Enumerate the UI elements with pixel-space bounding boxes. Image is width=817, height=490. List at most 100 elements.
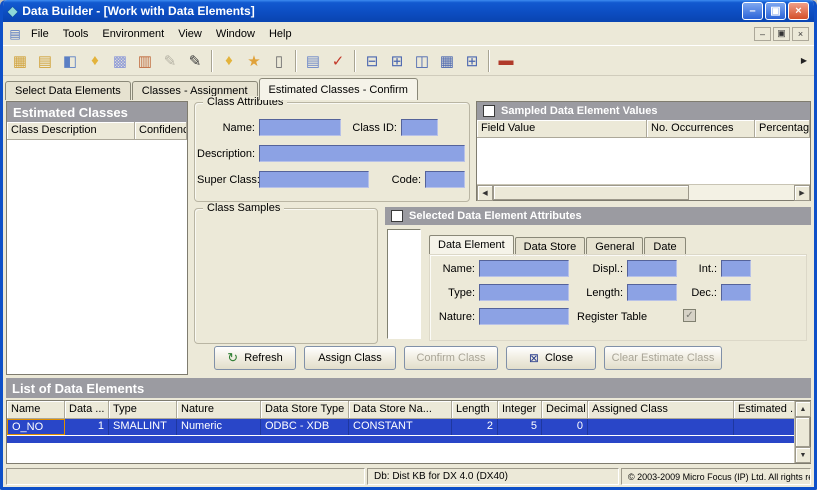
scroll-down-icon[interactable]: ▼ xyxy=(795,447,811,463)
column-data-store-type[interactable]: Data Store Type xyxy=(261,401,349,419)
tab-estimated-classes-confirm[interactable]: Estimated Classes - Confirm xyxy=(259,78,418,100)
cell-type[interactable]: SMALLINT xyxy=(109,419,177,435)
document-icon[interactable]: ▯ xyxy=(267,49,291,73)
data-elements-vscrollbar[interactable]: ▲ ▼ xyxy=(794,401,810,463)
super-class-field[interactable] xyxy=(259,171,369,188)
sampled-values-list[interactable] xyxy=(477,138,810,184)
hscroll-track[interactable] xyxy=(493,185,794,200)
maximize-button[interactable]: ▣ xyxy=(765,2,786,20)
hscroll-thumb[interactable] xyxy=(493,185,689,200)
column-assigned-class[interactable]: Assigned Class xyxy=(588,401,734,419)
int-field[interactable] xyxy=(721,260,751,277)
folder-icon[interactable]: ▤ xyxy=(33,49,57,73)
close-button[interactable]: × xyxy=(788,2,809,20)
menu-tools[interactable]: Tools xyxy=(56,24,96,44)
column-no-occurrences[interactable]: No. Occurrences xyxy=(647,120,755,138)
column-data-store-name[interactable]: Data Store Na... xyxy=(349,401,452,419)
sampled-values-panel: Sampled Data Element Values Field Value … xyxy=(476,101,811,201)
arrange-windows-icon[interactable]: ▦ xyxy=(435,49,459,73)
class-samples-label: Class Samples xyxy=(203,202,284,214)
cell-length[interactable]: 2 xyxy=(452,419,498,435)
confirm-class-button[interactable]: Confirm Class xyxy=(404,346,498,370)
close-panel-button[interactable]: ⊠ Close xyxy=(506,346,596,370)
cell-decimal[interactable]: 0 xyxy=(542,419,588,435)
class-id-field[interactable] xyxy=(401,119,438,136)
cascade-windows-icon[interactable]: ◫ xyxy=(410,49,434,73)
edit-icon[interactable]: ✎ xyxy=(183,49,207,73)
column-decimal[interactable]: Decimal xyxy=(542,401,588,419)
scroll-right-icon[interactable]: ▶ xyxy=(794,185,810,201)
menu-window[interactable]: Window xyxy=(209,24,262,44)
grid-view-icon[interactable]: ⊞ xyxy=(460,49,484,73)
mdi-close-button[interactable]: × xyxy=(792,27,809,41)
scroll-left-icon[interactable]: ◀ xyxy=(477,185,493,201)
cell-estimated[interactable] xyxy=(734,419,794,435)
report-icon[interactable]: ▤ xyxy=(301,49,325,73)
wizard-icon[interactable]: ★ xyxy=(242,49,266,73)
table-row[interactable]: O_NO 1 SMALLINT Numeric ODBC - XDB CONST… xyxy=(7,419,794,435)
register-table-checkbox[interactable]: ✓ xyxy=(683,309,696,322)
column-class-description[interactable]: Class Description xyxy=(7,122,135,140)
column-name[interactable]: Name xyxy=(7,401,65,419)
code-field[interactable] xyxy=(425,171,465,188)
open-data-elements-icon[interactable]: ▦ xyxy=(8,49,32,73)
app-icon: ◆ xyxy=(8,4,17,18)
class-name-field[interactable] xyxy=(259,119,341,136)
mdi-minimize-button[interactable]: – xyxy=(754,27,771,41)
column-confidence[interactable]: Confidence xyxy=(135,122,187,140)
assign-class-button[interactable]: Assign Class xyxy=(304,346,396,370)
tile-vertical-icon[interactable]: ⊞ xyxy=(385,49,409,73)
clear-estimate-class-button[interactable]: Clear Estimate Class xyxy=(604,346,722,370)
tab-data-element[interactable]: Data Element xyxy=(429,235,514,256)
cell-assigned-class[interactable] xyxy=(588,419,734,435)
description-field[interactable] xyxy=(259,145,465,162)
column-integer[interactable]: Integer xyxy=(498,401,542,419)
monitor-icon[interactable]: ◧ xyxy=(58,49,82,73)
column-estimated[interactable]: Estimated ... xyxy=(734,401,794,419)
record-selector-list[interactable] xyxy=(387,229,421,339)
bell-icon[interactable]: ♦ xyxy=(83,49,107,73)
attr-name-field[interactable] xyxy=(479,260,569,277)
alarm-icon[interactable]: ♦ xyxy=(217,49,241,73)
tile-horizontal-icon[interactable]: ⊟ xyxy=(360,49,384,73)
selected-attributes-panel: Selected Data Element Attributes Data El… xyxy=(385,207,811,343)
sampled-values-checkbox[interactable] xyxy=(483,105,495,117)
cell-data-store-name[interactable]: CONSTANT xyxy=(349,419,452,435)
displ-field[interactable] xyxy=(627,260,677,277)
validate-icon[interactable]: ✓ xyxy=(326,49,350,73)
selected-attributes-checkbox[interactable] xyxy=(391,210,403,222)
refresh-button[interactable]: ↻ Refresh xyxy=(214,346,296,370)
menu-environment[interactable]: Environment xyxy=(95,24,171,44)
picture-icon[interactable]: ▩ xyxy=(108,49,132,73)
nature-field[interactable] xyxy=(479,308,569,325)
scroll-up-icon[interactable]: ▲ xyxy=(795,401,811,417)
dec-field[interactable] xyxy=(721,284,751,301)
column-field-value[interactable]: Field Value xyxy=(477,120,647,138)
table-row-partial[interactable] xyxy=(7,436,794,443)
cell-nature[interactable]: Numeric xyxy=(177,419,261,435)
menu-file[interactable]: File xyxy=(24,24,56,44)
tab-select-data-elements[interactable]: Select Data Elements xyxy=(5,81,131,100)
minimize-button[interactable]: – xyxy=(742,2,763,20)
assign-class-button-label: Assign Class xyxy=(318,352,382,364)
chart-icon[interactable]: ▥ xyxy=(133,49,157,73)
help-book-icon[interactable]: ▬ xyxy=(494,49,518,73)
column-nature[interactable]: Nature xyxy=(177,401,261,419)
attr-type-field[interactable] xyxy=(479,284,569,301)
cell-integer[interactable]: 5 xyxy=(498,419,542,435)
column-data[interactable]: Data ... xyxy=(65,401,109,419)
cell-data[interactable]: 1 xyxy=(65,419,109,435)
vscroll-thumb[interactable] xyxy=(795,417,810,447)
column-length[interactable]: Length xyxy=(452,401,498,419)
cell-name[interactable]: O_NO xyxy=(7,419,65,435)
menu-view[interactable]: View xyxy=(171,24,209,44)
estimated-classes-list[interactable] xyxy=(7,140,187,374)
column-percentage[interactable]: Percentage xyxy=(755,120,810,138)
column-type[interactable]: Type xyxy=(109,401,177,419)
toolbar-overflow-icon[interactable]: ▶ xyxy=(801,56,809,65)
sampled-values-hscrollbar[interactable]: ◀ ▶ xyxy=(477,184,810,200)
menu-help[interactable]: Help xyxy=(262,24,299,44)
mdi-restore-button[interactable]: ▣ xyxy=(773,27,790,41)
length-field[interactable] xyxy=(627,284,677,301)
cell-data-store-type[interactable]: ODBC - XDB xyxy=(261,419,349,435)
